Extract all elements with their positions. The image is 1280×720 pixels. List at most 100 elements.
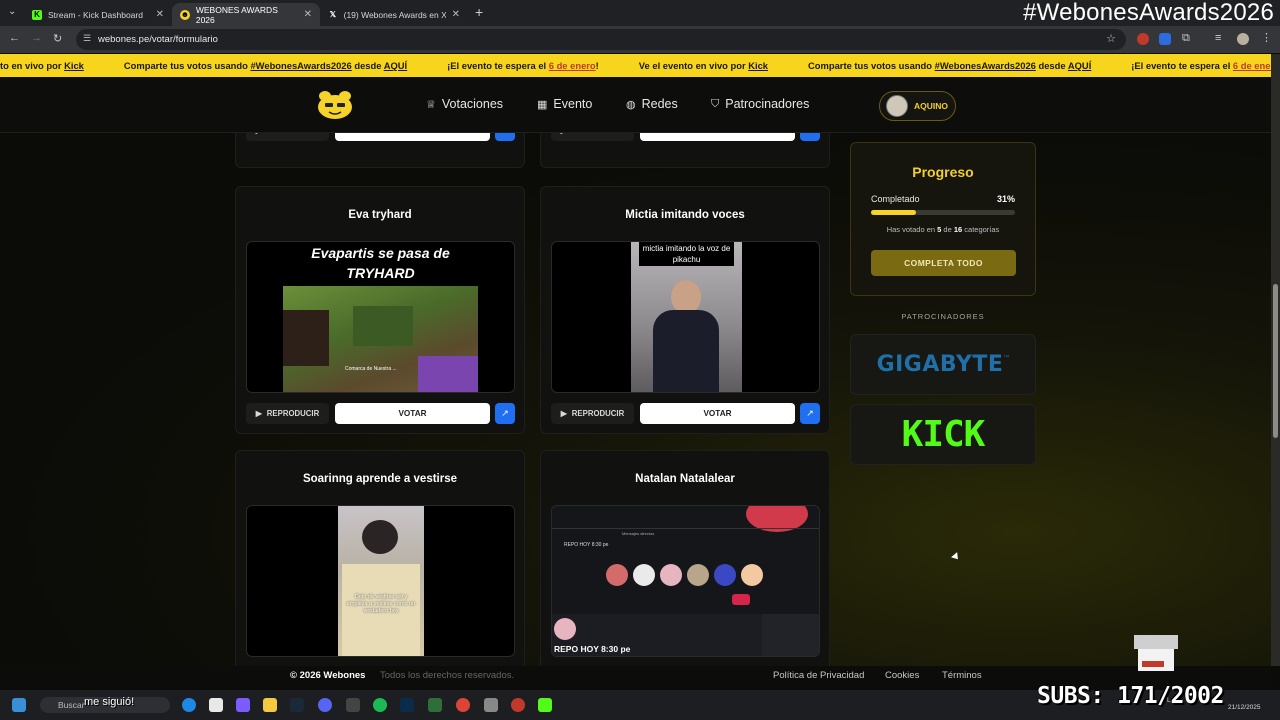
video-thumbnail[interactable]: mictia imitando la voz de pikachu [551, 241, 820, 393]
extension-blue-icon[interactable] [1159, 33, 1171, 45]
app-icon[interactable] [428, 698, 442, 712]
sponsor-gigabyte[interactable]: GIGABYTE ™ [850, 334, 1036, 395]
nav-votaciones[interactable]: ♕ Votaciones [426, 97, 503, 111]
webones-logo[interactable] [316, 88, 354, 120]
ticker-segment: ¡El evento te espera el 6 de enero! [1131, 60, 1271, 71]
avatar [886, 95, 908, 117]
footer-link-privacy[interactable]: Política de Privacidad [773, 670, 864, 681]
browser-menu-icon[interactable]: ⋮ [1261, 31, 1272, 44]
spotify-icon[interactable] [373, 698, 387, 712]
nominee-card-eva-tryhard: Eva tryhard Evapartis se pasa de TRYHARD… [235, 186, 525, 434]
external-link-icon[interactable]: ↗ [800, 403, 820, 424]
close-icon[interactable]: ✕ [304, 9, 312, 20]
user-menu-button[interactable]: AQUINO [879, 91, 956, 121]
vote-button[interactable]: VOTAR [335, 133, 490, 141]
site-info-icon[interactable]: ☰ [83, 33, 91, 44]
external-link-icon[interactable]: ↗ [495, 403, 515, 424]
edge-icon[interactable] [182, 698, 196, 712]
vote-button[interactable]: VOTAR [640, 403, 795, 424]
tab-search-icon[interactable]: ≡ [1215, 32, 1221, 44]
play-button[interactable]: ▶REPRODUCIR [246, 403, 329, 424]
ticker-hashtag: #WebonesAwards2026 [250, 60, 352, 71]
forward-icon[interactable]: → [31, 32, 42, 44]
scrollbar-thumb[interactable] [1273, 284, 1278, 438]
call-participants [606, 564, 763, 586]
opera-icon[interactable] [511, 698, 525, 712]
copilot-icon[interactable] [236, 698, 250, 712]
footer-link-terms[interactable]: Términos [942, 670, 982, 681]
chrome-icon[interactable] [456, 698, 470, 712]
tab-kick-dashboard[interactable]: K Stream - Kick Dashboard ✕ [24, 3, 172, 26]
video-thumbnail[interactable]: Evapartis se pasa de TRYHARD Comarca de … [246, 241, 515, 393]
ticker-kick-link[interactable]: Kick [64, 60, 84, 71]
app-icon[interactable] [484, 698, 498, 712]
ticker-date: 6 de enero [1232, 60, 1271, 71]
footer-link-cookies[interactable]: Cookies [885, 670, 919, 681]
video-thumbnail[interactable]: Mensajes directos REPO HOY 8:30 pe REPO … [551, 505, 820, 657]
play-button[interactable]: ▶REPRODUCIR [246, 133, 329, 141]
person-shirt [653, 310, 719, 392]
app-icon[interactable] [209, 698, 223, 712]
streamer-webcam [283, 310, 329, 366]
nav-redes[interactable]: ◍ Redes [626, 97, 678, 111]
play-button[interactable]: ▶REPRODUCIR [551, 403, 634, 424]
obs-icon[interactable] [346, 698, 360, 712]
new-tab-button[interactable]: + [475, 4, 483, 20]
address-bar[interactable]: ☰ webones.pe/votar/formulario ☆ [76, 29, 1126, 50]
calendar-icon: ▦ [537, 98, 548, 111]
ticker-hashtag: #WebonesAwards2026 [934, 60, 1036, 71]
close-icon[interactable]: ✕ [452, 9, 460, 20]
extension-red-icon[interactable] [1137, 33, 1149, 45]
play-button[interactable]: ▶REPRODUCIR [551, 133, 634, 141]
external-link-icon[interactable]: ↗ [495, 133, 515, 141]
completed-percent: 31% [996, 194, 1015, 204]
progress-bar [871, 210, 1015, 215]
tab-webones-awards[interactable]: ☻ WEBONES AWARDS 2026 ✕ [172, 3, 320, 26]
clock-date[interactable]: 21/12/2025 [1228, 704, 1261, 711]
play-icon: ▶ [560, 409, 567, 418]
start-menu-icon[interactable] [12, 698, 26, 712]
kick-icon[interactable] [538, 698, 552, 712]
bookmark-star-icon[interactable]: ☆ [1106, 32, 1116, 45]
mascot-hat [1134, 635, 1178, 649]
reload-icon[interactable]: ↻ [53, 32, 62, 45]
purple-blocks [418, 356, 478, 392]
photoshop-icon[interactable] [400, 698, 414, 712]
url-text: webones.pe/votar/formulario [98, 34, 218, 45]
steam-icon[interactable] [290, 698, 304, 712]
nominee-card: ▶REPRODUCIR VOTAR ↗ [235, 133, 525, 168]
announcement-ticker: to en vivo por Kick Comparte tus votos u… [0, 54, 1271, 77]
sponsor-kick[interactable]: KICK [850, 404, 1036, 465]
handshake-icon: ⛉ [711, 97, 720, 110]
external-link-icon[interactable]: ↗ [800, 133, 820, 141]
tab-search-chevron-icon[interactable]: ⌄ [8, 6, 16, 17]
back-icon[interactable]: ← [9, 32, 20, 44]
tab-x-webones[interactable]: 𝕏 (19) Webones Awards en X: "Ar ✕ [320, 3, 468, 26]
nav-evento[interactable]: ▦ Evento [537, 97, 592, 111]
video-caption: mictia imitando la voz de pikachu [639, 242, 734, 266]
discord-icon[interactable] [318, 698, 332, 712]
nav-patrocinadores[interactable]: ⛉ Patrocinadores [711, 97, 809, 111]
ticker-kick-link[interactable]: Kick [748, 60, 768, 71]
ticker-aqui-link[interactable]: AQUÍ [384, 60, 407, 71]
vote-button[interactable]: VOTAR [640, 133, 795, 141]
mascot-face [1138, 649, 1174, 671]
extensions-puzzle-icon[interactable]: ⧉ [1182, 32, 1190, 45]
folder-icon[interactable] [263, 698, 277, 712]
close-icon[interactable]: ✕ [156, 9, 164, 20]
member-list [762, 614, 819, 656]
profile-avatar-icon[interactable] [1237, 33, 1249, 45]
participant-avatar [687, 564, 709, 586]
footer-copyright: © 2026 Webones [290, 670, 366, 681]
gigabyte-logo: GIGABYTE [876, 352, 1004, 377]
tab-title: (19) Webones Awards en X: "Ar [343, 9, 446, 20]
nominee-card: ▶REPRODUCIR VOTAR ↗ [540, 133, 830, 168]
nominee-title: Mictia imitando voces [625, 209, 745, 221]
completed-label: Completado [871, 194, 920, 204]
ticker-aqui-link[interactable]: AQUÍ [1068, 60, 1091, 71]
complete-all-button[interactable]: COMPLETA TODO [871, 250, 1016, 276]
vote-button[interactable]: VOTAR [335, 403, 490, 424]
kick-logo: KICK [901, 414, 986, 455]
video-thumbnail[interactable]: Dejo de vestirse asi y empieza a vestirs… [246, 505, 515, 657]
ticker-segment: Comparte tus votos usando #WebonesAwards… [808, 60, 1092, 71]
